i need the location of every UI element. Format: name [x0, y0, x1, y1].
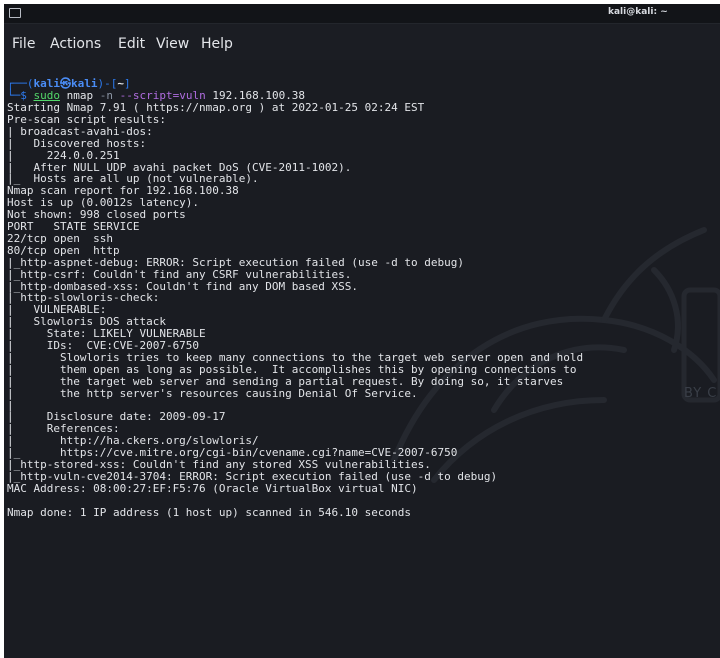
terminal-window-icon[interactable]	[9, 8, 21, 18]
menu-edit[interactable]: Edit	[118, 36, 145, 52]
watermark-text: BY C	[684, 386, 718, 401]
window-title: kali@kali: ~	[608, 7, 668, 17]
output-line: | Discovered hosts:	[7, 136, 147, 150]
menu-view[interactable]: View	[156, 36, 189, 52]
terminal-output-area[interactable]: BY C ┌──(kali㉿kali)-[~] └─$ sudo nmap -n…	[4, 60, 720, 658]
output-line: | them open as long as possible. It acco…	[7, 362, 577, 376]
menu-actions[interactable]: Actions	[50, 36, 101, 52]
output-line: | the http server's resources causing De…	[7, 386, 418, 400]
output-line: MAC Address: 08:00:27:EF:F5:76 (Oracle V…	[7, 481, 418, 495]
title-bar: kali@kali: ~	[4, 4, 720, 24]
output-line: |_http-aspnet-debug: ERROR: Script execu…	[7, 255, 464, 269]
output-line: | 224.0.0.251	[7, 148, 120, 162]
terminal-window: kali@kali: ~ File Actions Edit View Help…	[4, 4, 720, 658]
menu-file[interactable]: File	[12, 36, 35, 52]
output-line: 80/tcp open http	[7, 243, 120, 257]
menu-help[interactable]: Help	[201, 36, 233, 52]
output-line: | the target web server and sending a pa…	[7, 374, 564, 388]
output-line: Nmap done: 1 IP address (1 host up) scan…	[7, 505, 411, 519]
output-line: |_http-csrf: Couldn't find any CSRF vuln…	[7, 267, 352, 281]
menu-bar: File Actions Edit View Help	[4, 24, 720, 60]
output-line: | broadcast-avahi-dos:	[7, 124, 153, 138]
